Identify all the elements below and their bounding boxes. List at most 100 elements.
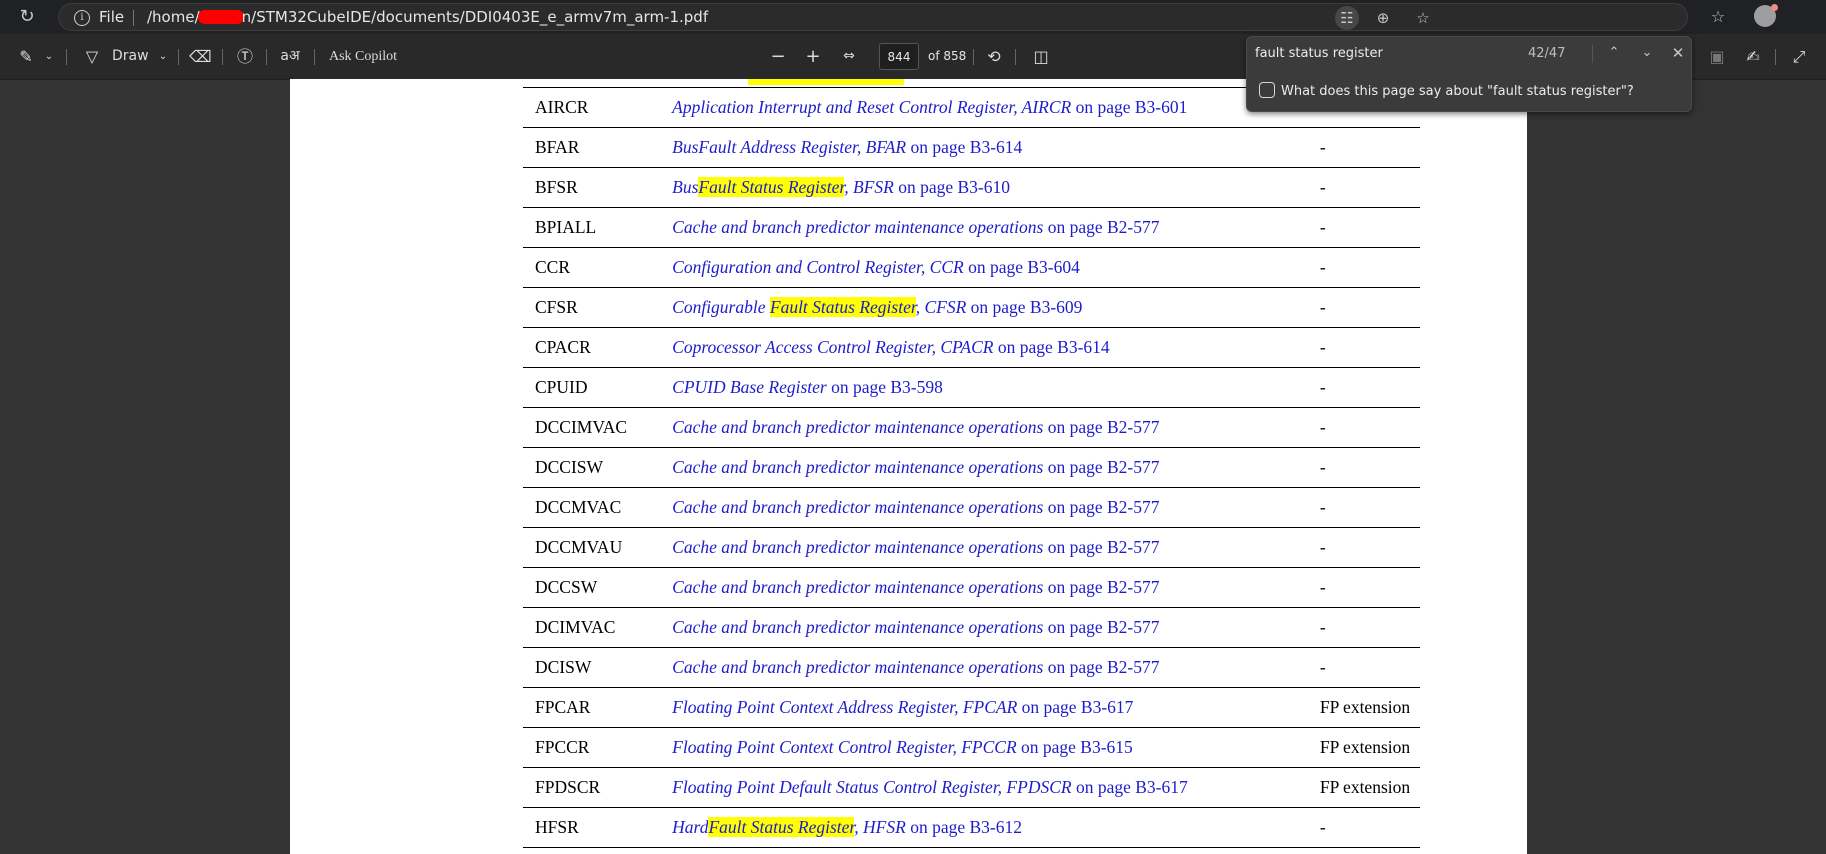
copilot-prompt-text: What does this page say about "fault sta… [1281, 84, 1634, 99]
register-link[interactable]: Cache and branch predictor maintenance o… [672, 487, 1312, 528]
page-number-input[interactable]: 844 [879, 43, 919, 70]
ask-copilot-button[interactable]: Ask Copilot [329, 34, 397, 79]
save-as-icon[interactable]: ✍ [1742, 34, 1764, 79]
link-page: on page B3-617 [1017, 697, 1134, 717]
highlighter-icon[interactable]: ✎ [16, 34, 36, 79]
text-icon[interactable]: Ⓣ [234, 34, 256, 79]
toolbar-separator [1775, 49, 1776, 65]
table-row: DCCIMVAC Cache and branch predictor maint… [523, 407, 1420, 448]
register-note: - [1311, 127, 1420, 168]
register-link[interactable]: BusFault Address Register, BFAR on page … [672, 127, 1312, 168]
register-link[interactable]: Floating Point Context Address Register,… [672, 687, 1312, 728]
search-match: Fault Status Register [769, 297, 916, 317]
table-row: BFAR BusFault Address Register, BFAR on p… [523, 127, 1420, 168]
link-title: Application Interrupt and Reset Control … [672, 97, 1072, 117]
star-icon[interactable]: ☆ [1411, 6, 1435, 30]
reload-icon[interactable]: ↻ [16, 6, 38, 28]
find-bar: fault status register 42/47 ⌃ ⌄ ✕ What d… [1246, 36, 1692, 112]
chevron-down-icon[interactable]: ⌄ [156, 34, 170, 79]
table-row: CPUID CPUID Base Register on page B3-598- [523, 367, 1420, 408]
toolbar-separator [314, 49, 315, 65]
table-row: DCCISW Cache and branch predictor mainten… [523, 447, 1420, 488]
find-match-count: 42/47 [1528, 46, 1566, 61]
register-link[interactable]: Cache and branch predictor maintenance o… [672, 607, 1312, 648]
register-name: BFSR [523, 167, 673, 208]
register-link[interactable]: Cache and branch predictor maintenance o… [672, 407, 1312, 448]
fullscreen-icon[interactable]: ⤢ [1788, 34, 1810, 79]
url-text[interactable]: /home/n/STM32CubeIDE/documents/DDI0403E_… [147, 8, 708, 26]
register-link[interactable]: Cache and branch predictor maintenance o… [672, 567, 1312, 608]
table-row: DCCMVAU Cache and branch predictor mainte… [523, 527, 1420, 568]
register-name: CFSR [523, 287, 673, 328]
register-link[interactable]: Coprocessor Access Control Register, CPA… [672, 327, 1312, 368]
register-note: - [1311, 567, 1420, 608]
table-row: DCCSW Cache and branch predictor maintena… [523, 567, 1420, 608]
register-table: AIRCR Application Interrupt and Reset Con… [523, 87, 1420, 848]
translate-icon[interactable]: ☷ [1335, 6, 1359, 30]
register-note: - [1311, 207, 1420, 248]
register-note: - [1311, 647, 1420, 688]
link-title: Cache and branch predictor maintenance o… [672, 457, 1044, 477]
register-link[interactable]: Cache and branch predictor maintenance o… [672, 647, 1312, 688]
table-row: FPCAR Floating Point Context Address Regi… [523, 687, 1420, 728]
toolbar-separator [266, 49, 267, 65]
draw-button[interactable]: Draw [112, 34, 149, 79]
favorites-icon[interactable]: ☆ [1706, 5, 1730, 29]
register-link[interactable]: CPUID Base Register on page B3-598 [672, 367, 1312, 408]
eraser-icon[interactable]: ⌫ [189, 34, 212, 79]
pdf-page: AIRCR Application Interrupt and Reset Con… [290, 79, 1527, 854]
url-suffix: n/STM32CubeIDE/documents/DDI0403E_e_armv… [241, 8, 709, 26]
toolbar-separator [1015, 49, 1016, 65]
table-row: FPDSCR Floating Point Default Status Cont… [523, 767, 1420, 808]
chevron-up-icon[interactable]: ⌃ [1603, 42, 1625, 64]
link-title: Coprocessor Access Control Register, CPA… [672, 337, 994, 357]
register-link[interactable]: Floating Point Default Status Control Re… [672, 767, 1312, 808]
save-icon[interactable]: ▣ [1706, 34, 1728, 79]
find-input[interactable]: fault status register [1255, 46, 1383, 61]
link-page: on page B3-598 [826, 377, 943, 397]
info-icon[interactable]: i [74, 10, 90, 26]
close-icon[interactable]: ✕ [1667, 42, 1689, 64]
register-note: FP extension [1311, 767, 1420, 808]
link-title: Cache and branch predictor maintenance o… [672, 577, 1044, 597]
page-total: of 858 [928, 49, 967, 63]
link-page: on page B2-577 [1043, 457, 1160, 477]
copilot-suggestion[interactable]: What does this page say about "fault sta… [1259, 82, 1634, 99]
register-name: FPCAR [523, 687, 673, 728]
copilot-icon [1259, 82, 1275, 98]
chevron-down-icon[interactable]: ⌄ [1636, 42, 1658, 64]
fit-page-icon[interactable]: ⇔ [838, 34, 860, 79]
address-bar[interactable]: i File /home/n/STM32CubeIDE/documents/DD… [58, 3, 1688, 31]
link-title: Cache and branch predictor maintenance o… [672, 617, 1044, 637]
register-link[interactable]: Floating Point Context Control Register,… [672, 727, 1312, 768]
link-page: on page B2-577 [1043, 497, 1160, 517]
page-view-icon[interactable]: ◫ [1030, 34, 1052, 79]
register-note: FP extension [1311, 687, 1420, 728]
read-aloud-icon[interactable]: aअ [278, 34, 302, 79]
register-name: DCCMVAU [523, 527, 673, 568]
register-link[interactable]: Cache and branch predictor maintenance o… [672, 207, 1312, 248]
zoom-in-icon[interactable]: + [803, 34, 823, 79]
register-name: HFSR [523, 807, 673, 848]
table-row: CCR Configuration and Control Register, C… [523, 247, 1420, 288]
draw-icon[interactable]: ▽ [82, 34, 102, 79]
link-page: on page B2-577 [1043, 417, 1160, 437]
link-page: on page B2-577 [1043, 217, 1160, 237]
register-link[interactable]: Configuration and Control Register, CCR … [672, 247, 1312, 288]
register-note: - [1311, 287, 1420, 328]
rotate-icon[interactable]: ⟲ [983, 34, 1005, 79]
register-link[interactable]: Cache and branch predictor maintenance o… [672, 447, 1312, 488]
register-link[interactable]: Configurable Fault Status Register, CFSR… [672, 287, 1312, 328]
register-note: - [1311, 607, 1420, 648]
link-title: Cache and branch predictor maintenance o… [672, 537, 1044, 557]
register-link[interactable]: BusFault Status Register, BFSR on page B… [672, 167, 1312, 208]
link-title: , BFSR [844, 177, 894, 197]
zoom-out-icon[interactable]: − [768, 34, 788, 79]
register-link[interactable]: HardFault Status Register, HFSR on page … [672, 807, 1312, 848]
register-link[interactable]: Application Interrupt and Reset Control … [672, 87, 1312, 128]
zoom-icon[interactable]: ⊕ [1371, 6, 1395, 30]
register-link[interactable]: Cache and branch predictor maintenance o… [672, 527, 1312, 568]
toolbar-separator [66, 49, 67, 65]
chevron-down-icon[interactable]: ⌄ [42, 34, 56, 79]
toolbar-separator [973, 49, 974, 65]
